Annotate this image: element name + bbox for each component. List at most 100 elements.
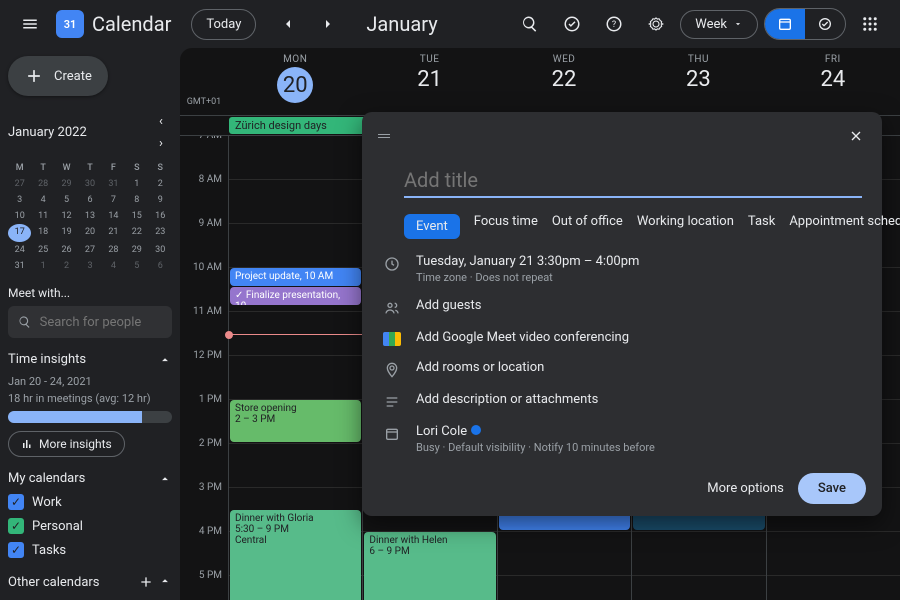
day-col-mon[interactable]: Project update, 10 AM ✓ Finalize present… <box>228 136 362 600</box>
mini-day[interactable]: 1 <box>125 176 148 192</box>
tab-task[interactable]: Task <box>748 214 775 239</box>
drag-handle-icon[interactable] <box>370 122 398 150</box>
mini-day[interactable]: 16 <box>149 208 172 224</box>
description-row[interactable]: Add description or attachments <box>362 385 882 417</box>
mini-day[interactable]: 27 <box>78 242 101 258</box>
settings-icon[interactable] <box>638 6 674 42</box>
mini-day[interactable]: 30 <box>78 176 101 192</box>
other-calendars-toggle[interactable]: Other calendars <box>8 570 172 594</box>
mini-day[interactable]: 31 <box>102 176 125 192</box>
mini-day[interactable]: 28 <box>102 242 125 258</box>
mini-day[interactable]: 4 <box>102 258 125 274</box>
event-dinner-gloria[interactable]: Dinner with Gloria5:30 – 9 PMCentral <box>230 510 361 600</box>
event-project-update[interactable]: Project update, 10 AM <box>230 268 361 286</box>
mini-day[interactable]: 3 <box>78 258 101 274</box>
mini-day[interactable]: 12 <box>55 208 78 224</box>
mini-day[interactable]: 11 <box>31 208 54 224</box>
tasks-view-button[interactable] <box>805 9 845 39</box>
mini-day[interactable]: 18 <box>31 224 54 242</box>
mini-day[interactable]: 2 <box>55 258 78 274</box>
calendar-work[interactable]: ✓Work <box>8 490 172 514</box>
mini-day[interactable]: 9 <box>149 192 172 208</box>
calendar-view-button[interactable] <box>765 9 805 39</box>
event-title-input[interactable] <box>404 164 862 198</box>
status-dot <box>471 425 481 435</box>
more-options-button[interactable]: More options <box>707 481 784 496</box>
mini-day[interactable]: 28 <box>31 176 54 192</box>
today-button[interactable]: Today <box>191 9 256 40</box>
tab-working-location[interactable]: Working location <box>637 214 734 239</box>
mini-day[interactable]: 27 <box>8 176 31 192</box>
mini-day[interactable]: 15 <box>125 208 148 224</box>
mini-day[interactable]: 25 <box>31 242 54 258</box>
mini-day[interactable]: 22 <box>125 224 148 242</box>
location-icon <box>384 362 400 378</box>
day-21[interactable]: 21 <box>362 67 496 92</box>
search-icon[interactable] <box>512 6 548 42</box>
add-calendar-icon[interactable] <box>138 574 154 590</box>
mini-day[interactable]: 5 <box>125 258 148 274</box>
mini-day[interactable]: 19 <box>55 224 78 242</box>
mini-day[interactable]: 4 <box>31 192 54 208</box>
mini-day[interactable]: 6 <box>78 192 101 208</box>
time-insights-toggle[interactable]: Time insights <box>8 348 172 371</box>
calendar-personal[interactable]: ✓Personal <box>8 514 172 538</box>
mini-day[interactable]: 29 <box>125 242 148 258</box>
apps-icon[interactable] <box>852 6 888 42</box>
mini-day[interactable]: 14 <box>102 208 125 224</box>
mini-day[interactable]: 3 <box>8 192 31 208</box>
mini-day[interactable]: 24 <box>8 242 31 258</box>
prev-week-button[interactable] <box>270 6 306 42</box>
more-insights-button[interactable]: More insights <box>8 431 125 457</box>
mini-day[interactable]: 30 <box>149 242 172 258</box>
mini-day[interactable]: 20 <box>78 224 101 242</box>
mini-day[interactable]: 13 <box>78 208 101 224</box>
tab-out-of-office[interactable]: Out of office <box>552 214 623 239</box>
mini-day[interactable]: 29 <box>55 176 78 192</box>
mini-day[interactable]: 8 <box>125 192 148 208</box>
calendar-tasks[interactable]: ✓Tasks <box>8 538 172 562</box>
close-icon[interactable] <box>838 118 874 154</box>
day-23[interactable]: 23 <box>631 67 765 92</box>
mini-day[interactable]: 6 <box>149 258 172 274</box>
day-22[interactable]: 22 <box>497 67 631 92</box>
search-people[interactable] <box>8 306 172 338</box>
mini-day[interactable]: 2 <box>149 176 172 192</box>
view-selector[interactable]: Week <box>680 10 758 39</box>
mini-day[interactable]: 23 <box>149 224 172 242</box>
help-icon[interactable]: ? <box>596 6 632 42</box>
create-button[interactable]: Create <box>8 56 108 96</box>
mini-day[interactable]: 21 <box>102 224 125 242</box>
mini-day[interactable]: 1 <box>31 258 54 274</box>
meet-row[interactable]: Add Google Meet video conferencing <box>362 323 882 353</box>
event-store-opening[interactable]: Store opening2 – 3 PM <box>230 400 361 442</box>
allday-event[interactable]: Zürich design days <box>229 117 373 134</box>
mini-day[interactable]: 7 <box>102 192 125 208</box>
day-24[interactable]: 24 <box>766 67 900 92</box>
tab-event[interactable]: Event <box>404 214 460 239</box>
day-20[interactable]: 20 <box>277 67 313 103</box>
event-finalize[interactable]: ✓ Finalize presentation, 10... <box>230 287 361 305</box>
organizer-row[interactable]: Lori ColeBusy · Default visibility · Not… <box>362 417 882 461</box>
support-icon[interactable] <box>554 6 590 42</box>
main-menu-icon[interactable] <box>12 6 48 42</box>
guests-row[interactable]: Add guests <box>362 291 882 323</box>
search-people-input[interactable] <box>40 315 162 330</box>
tab-appointment[interactable]: Appointment schedule <box>789 214 900 239</box>
mini-next-button[interactable]: › <box>150 132 172 154</box>
location-row[interactable]: Add rooms or location <box>362 353 882 385</box>
app-title: Calendar <box>92 12 171 36</box>
tab-focus-time[interactable]: Focus time <box>474 214 538 239</box>
mini-day[interactable]: 26 <box>55 242 78 258</box>
save-button[interactable]: Save <box>798 473 866 504</box>
datetime-row[interactable]: Tuesday, January 21 3:30pm – 4:00pmTime … <box>362 247 882 291</box>
mini-day[interactable]: 5 <box>55 192 78 208</box>
mini-day[interactable]: 31 <box>8 258 31 274</box>
event-dinner-helen[interactable]: Dinner with Helen6 – 9 PM <box>364 532 495 600</box>
next-week-button[interactable] <box>310 6 346 42</box>
svg-text:?: ? <box>612 20 616 30</box>
my-calendars-toggle[interactable]: My calendars <box>8 467 172 490</box>
mini-prev-button[interactable]: ‹ <box>150 110 172 132</box>
mini-day[interactable]: 17 <box>8 224 31 242</box>
mini-day[interactable]: 10 <box>8 208 31 224</box>
